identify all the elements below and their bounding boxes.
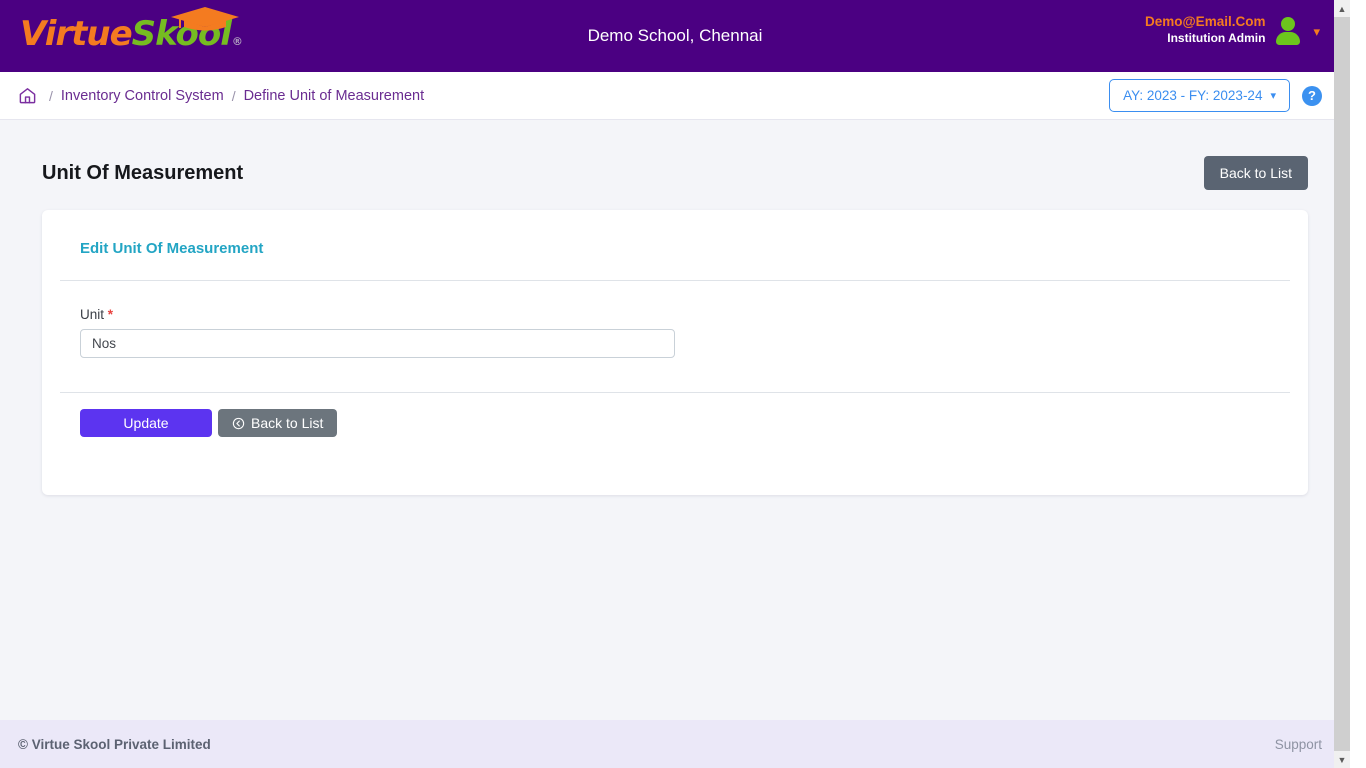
top-bar: VirtueSkool® Demo School, Chennai Demo@E… — [0, 0, 1350, 72]
page-content: Unit Of Measurement Back to List Edit Un… — [0, 120, 1350, 718]
panel-title: Edit Unit Of Measurement — [80, 240, 264, 257]
back-to-list-form-button[interactable]: Back to List — [218, 409, 338, 437]
breadcrumb-bar: / Inventory Control System / Define Unit… — [0, 72, 1350, 120]
breadcrumb-item-define-unit-of-measurement: Define Unit of Measurement — [243, 87, 425, 104]
help-circle-icon[interactable]: ? — [1302, 85, 1322, 106]
back-to-list-form-label: Back to List — [251, 415, 324, 431]
page-title: Unit Of Measurement — [42, 161, 244, 184]
support-link[interactable]: Support — [1275, 737, 1322, 752]
user-menu[interactable]: Demo@Email.Com Institution Admin ▾ — [1145, 14, 1320, 46]
home-icon[interactable] — [18, 86, 37, 105]
copyright-text: © Virtue Skool Private Limited — [18, 736, 211, 752]
panel-body: Unit * — [60, 281, 1290, 393]
chevron-down-icon: ▾ — [1270, 90, 1276, 102]
unit-field-group: Unit * — [80, 307, 675, 358]
avatar-head — [1281, 16, 1296, 31]
breadcrumb-separator-2: / — [231, 87, 236, 104]
user-role: Institution Admin — [1167, 30, 1266, 45]
edit-form-panel: Edit Unit Of Measurement Unit * Update — [60, 228, 1290, 451]
content-card: Edit Unit Of Measurement Unit * Update — [42, 210, 1308, 495]
chevron-down-icon[interactable]: ▾ — [1313, 24, 1320, 40]
page-scrollbar[interactable]: ▲ ▼ — [1334, 0, 1350, 768]
page-footer: © Virtue Skool Private Limited Support — [0, 720, 1350, 768]
breadcrumb-separator-1: / — [49, 87, 53, 104]
panel-footer: Update Back to List — [60, 393, 1290, 451]
back-to-list-top-button[interactable]: Back to List — [1203, 156, 1308, 190]
breadcrumb-item-inventory-control-system[interactable]: Inventory Control System — [61, 88, 224, 104]
unit-label-text: Unit — [80, 307, 105, 322]
app-root: VirtueSkool® Demo School, Chennai Demo@E… — [0, 0, 1350, 768]
avatar-body — [1276, 31, 1301, 45]
academic-year-label: AY: 2023 - FY: 2023-24 — [1123, 88, 1263, 103]
circle-arrow-left-icon — [232, 417, 245, 429]
unit-field-label: Unit * — [80, 307, 675, 322]
panel-header: Edit Unit Of Measurement — [60, 228, 1290, 281]
required-marker: * — [107, 307, 114, 322]
page-header: Unit Of Measurement Back to List — [42, 120, 1308, 210]
user-email: Demo@Email.Com — [1145, 14, 1266, 29]
breadcrumb-actions: AY: 2023 - FY: 2023-24 ▾ ? — [1109, 79, 1322, 112]
user-text: Demo@Email.Com Institution Admin — [1145, 14, 1265, 46]
academic-year-select[interactable]: AY: 2023 - FY: 2023-24 ▾ — [1109, 79, 1290, 112]
scrollbar-up-arrow-icon[interactable]: ▲ — [1334, 0, 1350, 17]
user-avatar-icon[interactable] — [1275, 15, 1301, 45]
scrollbar-down-arrow-icon[interactable]: ▼ — [1334, 751, 1350, 768]
update-button[interactable]: Update — [80, 409, 212, 437]
unit-input[interactable] — [80, 329, 675, 358]
